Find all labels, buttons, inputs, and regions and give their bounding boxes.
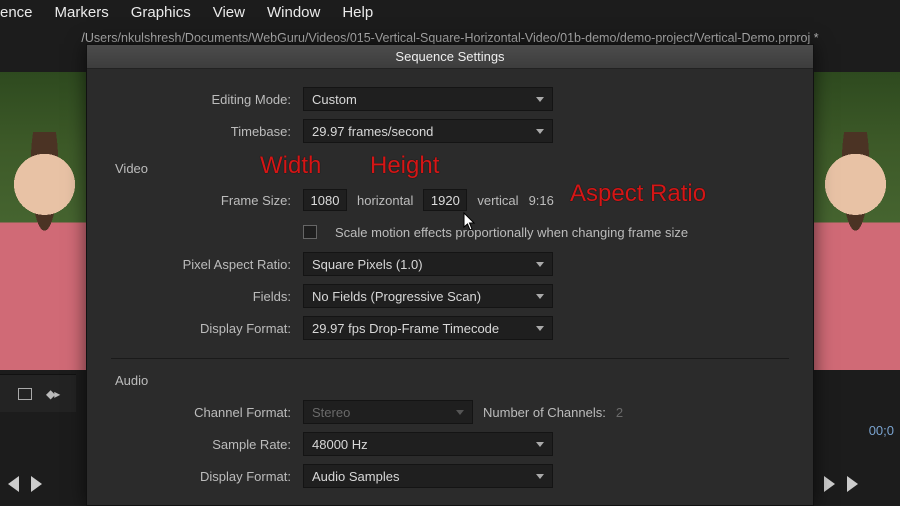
cursor-icon (463, 212, 477, 232)
editing-mode-value: Custom (312, 92, 357, 107)
menu-item[interactable]: View (213, 4, 245, 21)
aspect-ratio-value: 9:16 (529, 193, 554, 208)
par-select[interactable]: Square Pixels (1.0) (303, 252, 553, 276)
horizontal-label: horizontal (357, 193, 413, 208)
par-label: Pixel Aspect Ratio: (111, 257, 291, 272)
channel-format-label: Channel Format: (111, 405, 291, 420)
menu-item[interactable]: Markers (55, 4, 109, 21)
num-channels-value: 2 (616, 405, 623, 420)
sample-rate-label: Sample Rate: (111, 437, 291, 452)
audio-section: Audio (115, 373, 789, 388)
chevron-down-icon (536, 442, 544, 447)
timebase-label: Timebase: (111, 124, 291, 139)
channel-format-select: Stereo (303, 400, 473, 424)
audio-display-format-label: Display Format: (111, 469, 291, 484)
step-back-button[interactable] (8, 476, 19, 492)
transport-left (8, 476, 42, 492)
audio-display-format-select[interactable]: Audio Samples (303, 464, 553, 488)
scale-effects-label: Scale motion effects proportionally when… (335, 225, 688, 240)
display-format-select[interactable]: 29.97 fps Drop-Frame Timecode (303, 316, 553, 340)
channel-format-value: Stereo (312, 405, 350, 420)
vertical-label: vertical (477, 193, 518, 208)
chevron-down-icon (536, 294, 544, 299)
menu-item[interactable]: ence (0, 4, 33, 21)
keyframe-icon[interactable]: ◆▸ (46, 387, 59, 401)
preview-right (810, 72, 900, 370)
play-button[interactable] (31, 476, 42, 492)
step-fwd-button[interactable] (847, 476, 858, 492)
display-format-value: 29.97 fps Drop-Frame Timecode (312, 321, 499, 336)
track-toolbar: ◆▸ (0, 374, 76, 412)
timebase-select[interactable]: 29.97 frames/second (303, 119, 553, 143)
sample-rate-value: 48000 Hz (312, 437, 368, 452)
scale-effects-checkbox[interactable] (303, 225, 317, 239)
video-section: Video (115, 161, 789, 176)
chevron-down-icon (536, 262, 544, 267)
menu-item[interactable]: Window (267, 4, 320, 21)
dialog-title[interactable]: Sequence Settings (87, 45, 813, 69)
timebase-value: 29.97 frames/second (312, 124, 433, 139)
preview-left (0, 72, 90, 370)
menu-item[interactable]: Graphics (131, 4, 191, 21)
annotation-height: Height (370, 152, 439, 180)
chevron-down-icon (536, 326, 544, 331)
menu-item[interactable]: Help (342, 4, 373, 21)
editing-mode-label: Editing Mode: (111, 92, 291, 107)
chevron-down-icon (536, 97, 544, 102)
num-channels-label: Number of Channels: (483, 405, 606, 420)
divider (111, 358, 789, 359)
annotation-aspect: Aspect Ratio (570, 180, 706, 208)
display-format-label: Display Format: (111, 321, 291, 336)
clip-icon[interactable] (18, 388, 32, 400)
timecode: 00;0 (869, 423, 894, 438)
fields-label: Fields: (111, 289, 291, 304)
chevron-down-icon (456, 410, 464, 415)
par-value: Square Pixels (1.0) (312, 257, 423, 272)
play-button[interactable] (824, 476, 835, 492)
audio-display-format-value: Audio Samples (312, 469, 399, 484)
editing-mode-select[interactable]: Custom (303, 87, 553, 111)
fields-select[interactable]: No Fields (Progressive Scan) (303, 284, 553, 308)
frame-size-label: Frame Size: (111, 193, 291, 208)
chevron-down-icon (536, 129, 544, 134)
frame-width-input[interactable]: 1080 (303, 189, 347, 211)
app-menubar: ence Markers Graphics View Window Help (0, 0, 900, 29)
sample-rate-select[interactable]: 48000 Hz (303, 432, 553, 456)
fields-value: No Fields (Progressive Scan) (312, 289, 481, 304)
frame-height-input[interactable]: 1920 (423, 189, 467, 211)
annotation-width: Width (260, 152, 321, 180)
sequence-settings-dialog: Sequence Settings Editing Mode: Custom T… (86, 44, 814, 506)
chevron-down-icon (536, 474, 544, 479)
